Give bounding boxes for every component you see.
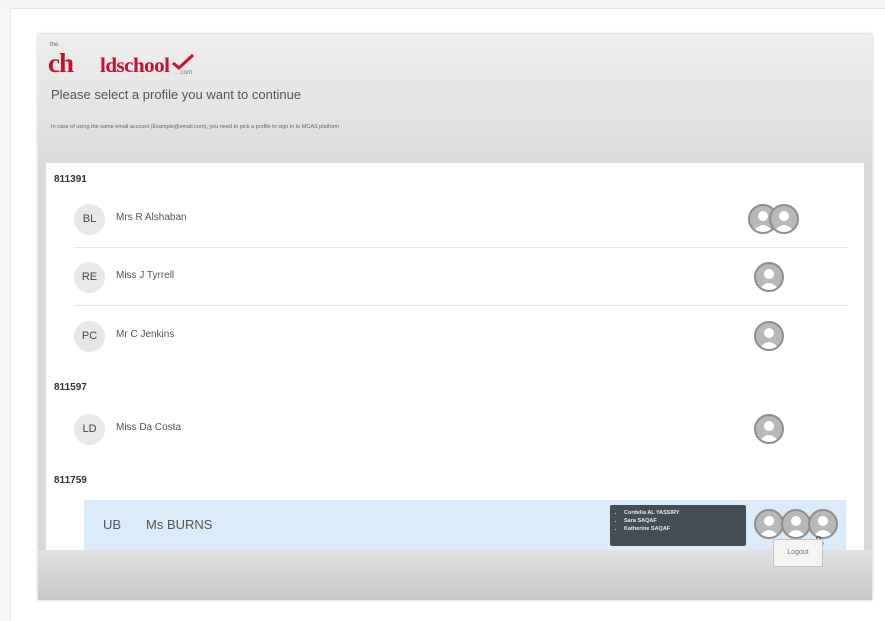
- browser-top-strip: [0, 0, 885, 9]
- modal-footer: [38, 550, 872, 600]
- user-avatar-icon: [754, 262, 784, 292]
- profile-row[interactable]: PC Mr C Jenkins: [74, 308, 848, 364]
- profile-row[interactable]: LD Miss Da Costa: [74, 401, 848, 457]
- initials-badge: BL: [74, 204, 105, 235]
- profile-name: Mrs R Alshaban: [116, 212, 187, 223]
- user-avatar-icon: [754, 509, 784, 539]
- brand-logo: the ch ldschool .com: [48, 42, 208, 78]
- initials-badge: RE: [74, 262, 105, 293]
- user-avatar-icon: [781, 509, 811, 539]
- logo-suffix: .com: [179, 70, 193, 76]
- user-avatar-icon: [754, 414, 784, 444]
- profile-name: Mr C Jenkins: [116, 329, 175, 340]
- tooltip-item: Cordelia AL YASSIRY: [624, 509, 746, 517]
- user-avatar-icon: [754, 321, 784, 351]
- profile-list: 811391 BL Mrs R Alshaban RE Miss J Tyrre…: [46, 163, 864, 550]
- profile-select-modal: the ch ldschool .com Please select a pro…: [38, 34, 872, 600]
- profile-row[interactable]: BL Mrs R Alshaban: [74, 191, 848, 248]
- profile-row[interactable]: RE Miss J Tyrrell: [74, 249, 848, 306]
- linked-students-tooltip: Cordelia AL YASSIRY Sara SAQAF Katherine…: [610, 505, 746, 546]
- profile-name: Miss Da Costa: [116, 422, 182, 433]
- group-label: 811759: [54, 475, 87, 486]
- group-label: 811597: [54, 382, 87, 393]
- tooltip-item: Katherine SAQAF: [624, 525, 746, 533]
- user-avatar-icon: [769, 204, 799, 234]
- initials-badge: PC: [74, 321, 105, 352]
- profile-name: Miss J Tyrrell: [116, 270, 175, 281]
- browser-left-strip: [0, 8, 11, 621]
- profile-name: Ms BURNS: [146, 517, 213, 532]
- modal-note: In case of using the same email account …: [51, 124, 340, 130]
- logo-text-a: ch: [48, 48, 74, 78]
- logo-text-b: ldschool: [100, 53, 170, 77]
- group-label: 811391: [54, 174, 87, 185]
- tooltip-item: Sara SAQAF: [624, 517, 746, 525]
- initials-badge: UB: [103, 517, 122, 532]
- modal-title: Please select a profile you want to cont…: [51, 87, 302, 102]
- checkmark-icon: [172, 54, 194, 70]
- user-avatar-icon: [808, 509, 838, 539]
- logout-button[interactable]: Logout: [773, 539, 823, 567]
- modal-header: the ch ldschool .com Please select a pro…: [38, 34, 872, 164]
- initials-badge: LD: [74, 414, 105, 445]
